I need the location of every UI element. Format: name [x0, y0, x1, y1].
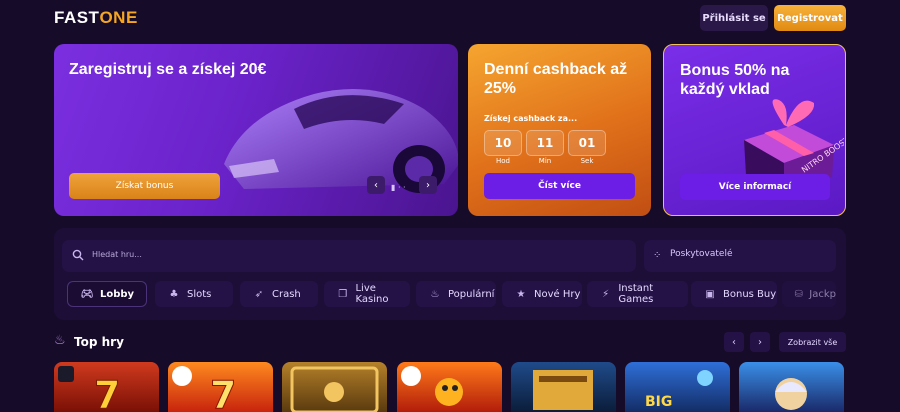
timer-minutes-label: Min [538, 157, 552, 165]
tab-label: Crash [272, 288, 301, 300]
egypt-slot-thumbnail [290, 366, 379, 412]
game-tile[interactable] [739, 362, 844, 412]
providers-label: Poskytovatelé [670, 249, 733, 259]
tab-label: Jackp [809, 288, 836, 300]
game-tile[interactable] [282, 362, 387, 412]
star-icon: ★ [516, 288, 526, 300]
register-button[interactable]: Registrovat [774, 5, 846, 31]
tab-bonus-buy[interactable]: ▣ Bonus Buy [691, 281, 777, 307]
bonus-icon: ▣ [705, 288, 715, 300]
rocket-icon: ➶ [254, 288, 264, 300]
carousel-pager: ‹ ▮ · · › [367, 176, 437, 196]
providers-dropdown[interactable]: ⁘ Poskytovatelé [644, 240, 836, 272]
slot-sevens-thumbnail: 7 [172, 366, 237, 412]
tab-crash[interactable]: ➶ Crash [240, 281, 318, 307]
timer-seconds-label: Sek [580, 157, 594, 165]
top-header: FASTONE Přihlásit se Registrovat [0, 0, 900, 36]
timer-seconds: 01 [568, 130, 606, 156]
slots-icon: ♣ [169, 288, 179, 300]
promo-cashback-card[interactable]: Denní cashback až 25% Získej cashback za… [468, 44, 651, 216]
search-input[interactable]: Hledat hru... [62, 240, 636, 272]
cards-icon: ❐ [338, 288, 348, 300]
slot-sevens-thumbnail: 7 [58, 366, 121, 412]
site-logo[interactable]: FASTONE [54, 8, 138, 28]
carousel-dots: ▮ · · [391, 183, 406, 192]
tab-nove-hry[interactable]: ★ Nové Hry [502, 281, 582, 307]
read-more-button[interactable]: Číst více [484, 173, 635, 199]
promo-registration-card[interactable]: Zaregistruj se a získej 20€ Získat bonus… [54, 44, 458, 216]
tab-live-kasino[interactable]: ❐ Live Kasino [324, 281, 410, 307]
top-games-header: ♨ Top hry ‹ › Zobrazit vše [54, 332, 846, 356]
tab-label: Populární [448, 288, 495, 300]
tab-label: Nové Hry [534, 288, 581, 300]
gamepad-icon: 🎮︎ [80, 288, 94, 300]
tab-popularni[interactable]: ♨ Populární [416, 281, 496, 307]
flame-icon: ♨ [54, 333, 66, 348]
big-win-slot-thumbnail: BIG [645, 370, 713, 410]
zeus-slot-thumbnail [775, 378, 807, 410]
timer-hours: 10 [484, 130, 522, 156]
search-icon [72, 249, 84, 261]
svg-text:BIG: BIG [645, 394, 672, 410]
more-info-button[interactable]: Více informací [680, 174, 830, 200]
tab-label: Bonus Buy [723, 288, 777, 300]
chevron-right-icon[interactable]: › [419, 176, 437, 194]
timer-minutes: 11 [526, 130, 564, 156]
timer-hours-label: Hod [496, 157, 510, 165]
tab-instant-games[interactable]: ⚡︎ Instant Games [587, 281, 688, 307]
tab-label: Live Kasino [355, 283, 389, 305]
grid-icon: ⁘ [653, 250, 662, 261]
chevron-left-icon[interactable]: ‹ [724, 332, 744, 352]
tab-lobby[interactable]: 🎮︎ Lobby [67, 281, 147, 307]
chevron-right-icon[interactable]: › [750, 332, 770, 352]
lightning-icon: ⚡︎ [602, 288, 610, 300]
cashback-countdown-label: Získej cashback za... [484, 114, 578, 123]
fruit-slot-thumbnail [401, 366, 463, 406]
get-bonus-button[interactable]: Získat bonus [69, 173, 220, 199]
game-tile[interactable]: BIG [625, 362, 730, 412]
search-placeholder: Hledat hru... [92, 250, 142, 259]
tab-jackpot[interactable]: ⛁ Jackp [782, 281, 836, 307]
jackpot-icon: ⛁ [794, 288, 803, 300]
tab-slots[interactable]: ♣ Slots [155, 281, 233, 307]
game-tile[interactable] [511, 362, 616, 412]
login-button[interactable]: Přihlásit se [700, 5, 768, 31]
section-title: Top hry [74, 335, 124, 349]
treasure-slot-thumbnail [533, 370, 593, 410]
promo-title: Zaregistruj se a získej 20€ [69, 61, 267, 78]
game-tile[interactable]: 7 [168, 362, 273, 412]
promo-deposit-bonus-card[interactable]: NITRO BOOST Bonus 50% na každý vklad Víc… [663, 44, 846, 216]
svg-text:7: 7 [94, 373, 120, 412]
tab-label: Slots [187, 288, 212, 300]
chevron-left-icon[interactable]: ‹ [367, 176, 385, 194]
svg-text:7: 7 [210, 373, 236, 412]
game-tile[interactable] [397, 362, 502, 412]
show-all-button[interactable]: Zobrazit vše [779, 332, 846, 352]
tab-label: Lobby [100, 288, 135, 300]
tab-label: Instant Games [618, 283, 654, 305]
promo-title: Bonus 50% na každý vklad [680, 62, 790, 98]
game-tile[interactable]: 7 [54, 362, 159, 412]
flame-icon: ♨ [430, 288, 440, 300]
promo-title: Denní cashback až 25% [484, 61, 628, 97]
